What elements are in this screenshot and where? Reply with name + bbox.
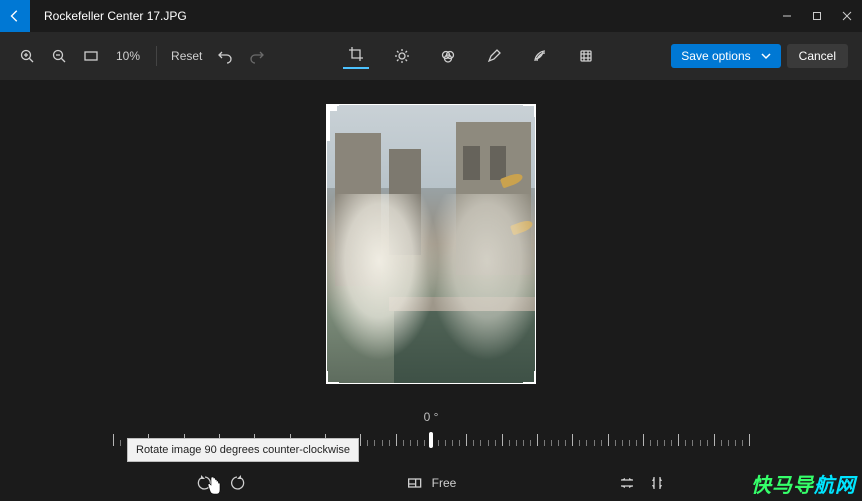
crop-handle-bl[interactable] (326, 367, 343, 384)
zoom-percent[interactable]: 10% (116, 49, 140, 63)
window-title: Rockefeller Center 17.JPG (44, 9, 772, 23)
cancel-button[interactable]: Cancel (787, 44, 848, 68)
aspect-ratio-button[interactable]: Free (406, 474, 457, 492)
zoom-fit-button[interactable] (78, 43, 104, 69)
maximize-button[interactable] (802, 0, 832, 32)
rotate-ccw-button[interactable] (196, 474, 214, 492)
flip-horizontal-button[interactable] (618, 474, 636, 492)
straighten-angle-label: 0 ° (424, 410, 439, 424)
crop-frame[interactable] (326, 104, 536, 384)
crop-handle-left[interactable] (327, 104, 330, 121)
zoom-out-button[interactable] (46, 43, 72, 69)
tool-retouch[interactable] (527, 43, 553, 69)
save-options-label: Save options (681, 49, 750, 63)
tool-adjust[interactable] (389, 43, 415, 69)
crop-handle-tr[interactable] (519, 104, 536, 121)
tool-crop[interactable] (343, 43, 369, 69)
toolbar: 10% Reset Save options Cancel (0, 32, 862, 80)
crop-handle-right[interactable] (327, 121, 330, 141)
minimize-button[interactable] (772, 0, 802, 32)
reset-button[interactable]: Reset (167, 43, 206, 69)
aspect-ratio-label: Free (432, 476, 457, 490)
close-button[interactable] (832, 0, 862, 32)
divider (156, 46, 157, 66)
back-button[interactable] (0, 0, 30, 32)
flip-vertical-button[interactable] (648, 474, 666, 492)
image-canvas[interactable] (0, 80, 862, 408)
crop-handle-br[interactable] (519, 367, 536, 384)
redo-button[interactable] (244, 43, 270, 69)
straighten-knob[interactable] (429, 432, 433, 448)
save-options-button[interactable]: Save options (671, 44, 780, 68)
arrow-left-icon (8, 9, 22, 23)
window-controls (772, 0, 862, 32)
tool-filter[interactable] (435, 43, 461, 69)
aspect-icon (406, 474, 424, 492)
rotate-cw-button[interactable] (228, 474, 246, 492)
zoom-in-button[interactable] (14, 43, 40, 69)
bottom-panel: 0 ° Rotate image 90 degrees counter-cloc… (0, 408, 862, 500)
tool-markup[interactable] (481, 43, 507, 69)
chevron-down-icon (761, 51, 771, 61)
tool-ai[interactable] (573, 43, 599, 69)
undo-button[interactable] (212, 43, 238, 69)
tooltip: Rotate image 90 degrees counter-clockwis… (127, 438, 359, 462)
titlebar: Rockefeller Center 17.JPG (0, 0, 862, 32)
